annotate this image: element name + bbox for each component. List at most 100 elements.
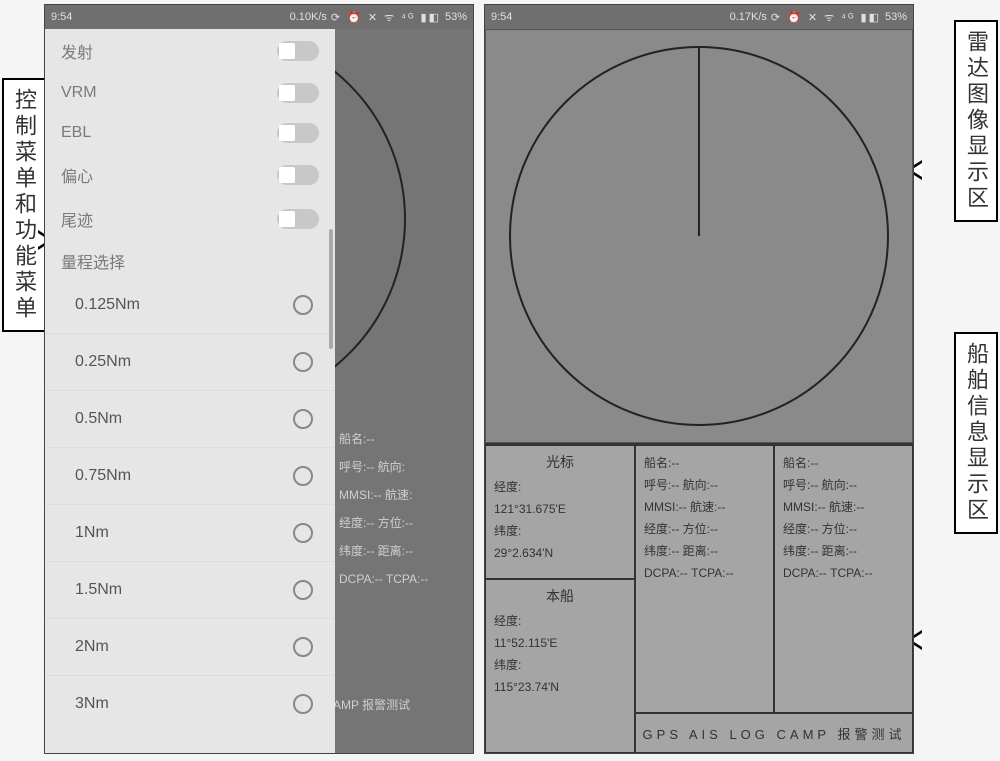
range-option[interactable]: 1Nm	[45, 505, 335, 562]
radar-display[interactable]	[485, 29, 913, 443]
cursor-title: 光标	[494, 452, 626, 472]
annotation-control-menu: 控制菜单和功能菜单	[2, 78, 46, 332]
cursor-lat-label: 纬度:	[494, 520, 626, 542]
radio-icon[interactable]	[293, 637, 313, 657]
switch-icon[interactable]	[277, 209, 319, 229]
range-label: 1Nm	[75, 524, 109, 542]
switch-icon[interactable]	[277, 41, 319, 61]
radar-arc-icon	[335, 29, 415, 419]
annotation-left-col: 控制菜单和功能菜单	[2, 78, 46, 332]
radio-icon[interactable]	[293, 409, 313, 429]
status-speed: 0.17K/s	[730, 11, 767, 23]
range-label: 0.125Nm	[75, 296, 140, 314]
radio-icon[interactable]	[293, 352, 313, 372]
range-option[interactable]: 0.125Nm	[45, 277, 335, 334]
range-option[interactable]: 0.75Nm	[45, 448, 335, 505]
ais-dist: 距离:--	[822, 544, 857, 558]
range-option[interactable]: 0.5Nm	[45, 391, 335, 448]
heading-line-icon	[698, 46, 700, 236]
ais-lat: 纬度:--	[783, 544, 818, 558]
phone-right: 9:54 0.17K/s ⟳ ⏰ ✕ ᯤ ⁴ᴳ ▮◧ 53% 光标 经度: 12…	[484, 4, 914, 754]
annotation-right-col: 雷达图像显示区 船舶信息显示区	[954, 20, 998, 534]
control-menu-drawer[interactable]: 发射 VRM EBL 偏心	[45, 29, 335, 753]
toggle-ebl[interactable]: EBL	[45, 113, 335, 153]
ais-tcpa: TCPA:--	[830, 566, 872, 580]
range-label: 0.5Nm	[75, 410, 122, 428]
own-lat-label: 纬度:	[494, 654, 626, 676]
switch-icon[interactable]	[277, 165, 319, 185]
ais-name: 船名:--	[783, 452, 904, 474]
frag-line: 经度:-- 方位:--	[339, 509, 428, 537]
radio-icon[interactable]	[293, 580, 313, 600]
radio-icon[interactable]	[293, 523, 313, 543]
ais-hdg: 航向:--	[683, 478, 718, 492]
ais-brg: 方位:--	[822, 522, 857, 536]
range-option[interactable]: 2Nm	[45, 619, 335, 676]
radio-icon[interactable]	[293, 295, 313, 315]
frag-line: DCPA:-- TCPA:--	[339, 565, 428, 593]
bottom-buttons-label: GPS AIS LOG CAMP 报警测试	[643, 724, 906, 743]
toggle-label: EBL	[61, 124, 91, 142]
control-menu-scroll[interactable]: 发射 VRM EBL 偏心	[45, 29, 335, 753]
own-lat-val: 115°23.74'N	[494, 676, 626, 698]
ais-dcpa: DCPA:--	[783, 566, 827, 580]
toggle-label: 尾迹	[61, 207, 93, 231]
status-right: 0.10K/s ⟳ ⏰ ✕ ᯤ ⁴ᴳ ▮◧ 53%	[290, 10, 467, 25]
ais-lon: 经度:--	[644, 522, 679, 536]
canvas: 控制菜单和功能菜单 雷达图像显示区 船舶信息显示区 9:54 0.10K/s ⟳…	[0, 0, 1000, 761]
ship-info-area: 光标 经度: 121°31.675'E 纬度: 29°2.634'N 本船 经度…	[485, 443, 913, 753]
toggle-vrm[interactable]: VRM	[45, 73, 335, 113]
ais-target-2: 船名:-- 呼号:-- 航向:-- MMSI:-- 航速:-- 经度:-- 方位…	[774, 445, 913, 713]
bottom-button-row[interactable]: GPS AIS LOG CAMP 报警测试	[635, 713, 913, 753]
toggle-transmit[interactable]: 发射	[45, 29, 335, 73]
frag-line: 纬度:-- 距离:--	[339, 537, 428, 565]
toggle-offset[interactable]: 偏心	[45, 153, 335, 197]
range-option[interactable]: 1.5Nm	[45, 562, 335, 619]
status-battery: 53%	[445, 11, 467, 23]
phone1-background[interactable]: 船名:-- 呼号:-- 航向: MMSI:-- 航速: 经度:-- 方位:-- …	[335, 29, 473, 753]
phone2-body: 光标 经度: 121°31.675'E 纬度: 29°2.634'N 本船 经度…	[485, 29, 913, 753]
ais-hdg: 航向:--	[822, 478, 857, 492]
ais-call: 呼号:--	[644, 478, 679, 492]
ais-tcpa: TCPA:--	[691, 566, 733, 580]
ais-call: 呼号:--	[783, 478, 818, 492]
own-lon-label: 经度:	[494, 610, 626, 632]
own-title: 本船	[494, 586, 626, 606]
frag-line: 呼号:-- 航向:	[339, 453, 428, 481]
toggle-label: 偏心	[61, 163, 93, 187]
toggle-label: VRM	[61, 84, 97, 102]
ais-brg: 方位:--	[683, 522, 718, 536]
ais-spd: 航速:--	[690, 500, 725, 514]
range-label: 0.75Nm	[75, 467, 131, 485]
status-speed: 0.10K/s	[290, 11, 327, 23]
status-time: 9:54	[491, 11, 512, 23]
own-ship-box: 本船 经度: 11°52.115'E 纬度: 115°23.74'N	[485, 579, 635, 753]
phone1-body: 发射 VRM EBL 偏心	[45, 29, 473, 753]
switch-icon[interactable]	[277, 83, 319, 103]
ais-name: 船名:--	[644, 452, 765, 474]
switch-icon[interactable]	[277, 123, 319, 143]
range-label: 1.5Nm	[75, 581, 122, 599]
info-fragment: 船名:-- 呼号:-- 航向: MMSI:-- 航速: 经度:-- 方位:-- …	[335, 419, 434, 599]
cursor-lat-val: 29°2.634'N	[494, 542, 626, 564]
range-section-label: 量程选择	[45, 241, 335, 277]
ais-dist: 距离:--	[683, 544, 718, 558]
status-icons: ⟳ ⏰ ✕ ᯤ ⁴ᴳ ▮◧	[771, 10, 881, 25]
annotation-info-area: 船舶信息显示区	[954, 332, 998, 534]
toggle-trails[interactable]: 尾迹	[45, 197, 335, 241]
own-lon-val: 11°52.115'E	[494, 632, 626, 654]
cursor-lon-val: 121°31.675'E	[494, 498, 626, 520]
phone-left: 9:54 0.10K/s ⟳ ⏰ ✕ ᯤ ⁴ᴳ ▮◧ 53% 发射 VRM	[44, 4, 474, 754]
radio-icon[interactable]	[293, 466, 313, 486]
radio-icon[interactable]	[293, 694, 313, 714]
bottom-fragment: AMP 报警测试	[335, 696, 410, 713]
status-battery: 53%	[885, 11, 907, 23]
status-bar: 9:54 0.17K/s ⟳ ⏰ ✕ ᯤ ⁴ᴳ ▮◧ 53%	[485, 5, 913, 29]
status-bar: 9:54 0.10K/s ⟳ ⏰ ✕ ᯤ ⁴ᴳ ▮◧ 53%	[45, 5, 473, 29]
range-option[interactable]: 0.25Nm	[45, 334, 335, 391]
scrollbar[interactable]	[329, 229, 333, 349]
frag-line: MMSI:-- 航速:	[339, 481, 428, 509]
ais-mmsi: MMSI:--	[644, 500, 687, 514]
range-option[interactable]: 3Nm	[45, 676, 335, 732]
range-label: 0.25Nm	[75, 353, 131, 371]
